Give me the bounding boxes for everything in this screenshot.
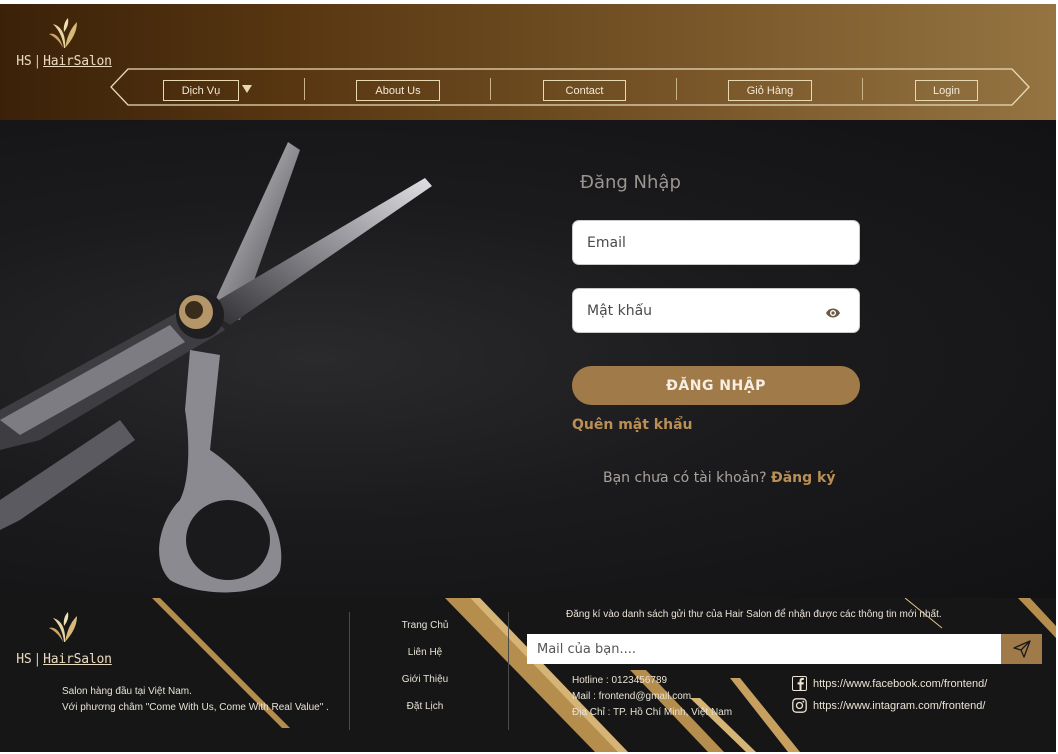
footer-link-contact[interactable]: Liên Hệ (380, 647, 470, 674)
signup-prompt: Bạn chưa có tài khoản? Đăng ký (603, 470, 835, 486)
address-text: Địa Chỉ : TP. Hồ Chí Minh, Việt Nam (572, 707, 733, 718)
facebook-url: https://www.facebook.com/frontend/ (813, 677, 988, 690)
eye-icon[interactable] (825, 306, 841, 320)
tagline-line-1: Salon hàng đầu tại Việt Nam. (62, 686, 192, 697)
footer-links: Trang Chủ Liên Hệ Giới Thiệu Đặt Lịch (380, 620, 470, 728)
site-header: HS | HairSalon Dịch Vụ About Us Contact Gi… (0, 4, 1056, 120)
instagram-icon (792, 698, 807, 713)
email-field-wrapper (572, 220, 860, 265)
login-submit-button[interactable]: ĐĂNG NHẬP (572, 366, 860, 405)
hotline-text: Hotline : 0123456789 (572, 675, 668, 686)
login-title: Đăng Nhập (580, 172, 681, 193)
login-hero: Đăng Nhập ĐĂNG NHẬP Quên mật khẩu Bạn ch… (0, 120, 1056, 598)
main-nav: Dịch Vụ About Us Contact Giỏ Hàng Login (110, 68, 1030, 106)
leaf-logo-icon (49, 612, 77, 642)
nav-divider (862, 78, 863, 100)
footer-link-booking[interactable]: Đặt Lịch (380, 701, 470, 728)
nav-item-about[interactable]: About Us (356, 80, 440, 101)
brand-logo[interactable]: HS | HairSalon (14, 18, 114, 69)
newsletter-email-input[interactable] (527, 634, 1001, 664)
password-field-wrapper (572, 288, 860, 333)
footer-link-home[interactable]: Trang Chủ (380, 620, 470, 647)
nav-divider (490, 78, 491, 100)
footer-divider (508, 612, 509, 730)
nav-item-login[interactable]: Login (915, 80, 978, 101)
nav-item-services[interactable]: Dịch Vụ (163, 80, 239, 101)
brand-name: HairSalon (43, 54, 112, 69)
mail-text: Mail : frontend@gmail.com (572, 691, 692, 702)
brand-wordmark: HS | HairSalon (14, 54, 114, 69)
footer-tagline: Salon hàng đầu tại Việt Nam. Với phương … (62, 684, 329, 716)
tagline-line-2: Với phương châm "Come With Us, Come With… (62, 702, 329, 713)
instagram-url: https://www.intagram.com/frontend/ (813, 699, 986, 712)
password-input[interactable] (587, 302, 817, 319)
brand-separator: | (33, 652, 42, 667)
nav-item-cart[interactable]: Giỏ Hàng (728, 80, 812, 101)
nav-item-contact[interactable]: Contact (543, 80, 626, 101)
forgot-password-link[interactable]: Quên mật khẩu (572, 417, 693, 433)
send-icon (1012, 640, 1031, 658)
email-input[interactable] (587, 234, 817, 251)
brand-separator: | (33, 54, 42, 69)
newsletter-send-button[interactable] (1001, 634, 1042, 664)
instagram-link[interactable]: https://www.intagram.com/frontend/ (792, 698, 985, 713)
site-footer: HS | HairSalon Salon hàng đầu tại Việt Nam… (0, 598, 1056, 752)
contact-info: Hotline : 0123456789 Mail : frontend@gma… (572, 673, 732, 721)
brand-short: HS (16, 54, 32, 69)
newsletter-text: Đăng kí vào danh sách gửi thư của Hair S… (566, 609, 942, 620)
signup-link[interactable]: Đăng ký (771, 470, 835, 486)
nav-divider (676, 78, 677, 100)
footer-brand-logo[interactable]: HS | HairSalon (14, 612, 114, 667)
facebook-link[interactable]: https://www.facebook.com/frontend/ (792, 676, 987, 691)
brand-name: HairSalon (43, 652, 112, 667)
footer-divider (349, 612, 350, 730)
chevron-down-icon[interactable] (242, 85, 252, 93)
footer-brand-wordmark: HS | HairSalon (14, 652, 114, 667)
scissors-image (0, 142, 432, 593)
signup-prompt-text: Bạn chưa có tài khoản? (603, 470, 767, 486)
facebook-icon (792, 676, 807, 691)
footer-gold-stripes (152, 598, 1056, 752)
leaf-logo-icon (49, 18, 77, 48)
footer-link-about[interactable]: Giới Thiệu (380, 674, 470, 701)
nav-divider (304, 78, 305, 100)
brand-short: HS (16, 652, 32, 667)
